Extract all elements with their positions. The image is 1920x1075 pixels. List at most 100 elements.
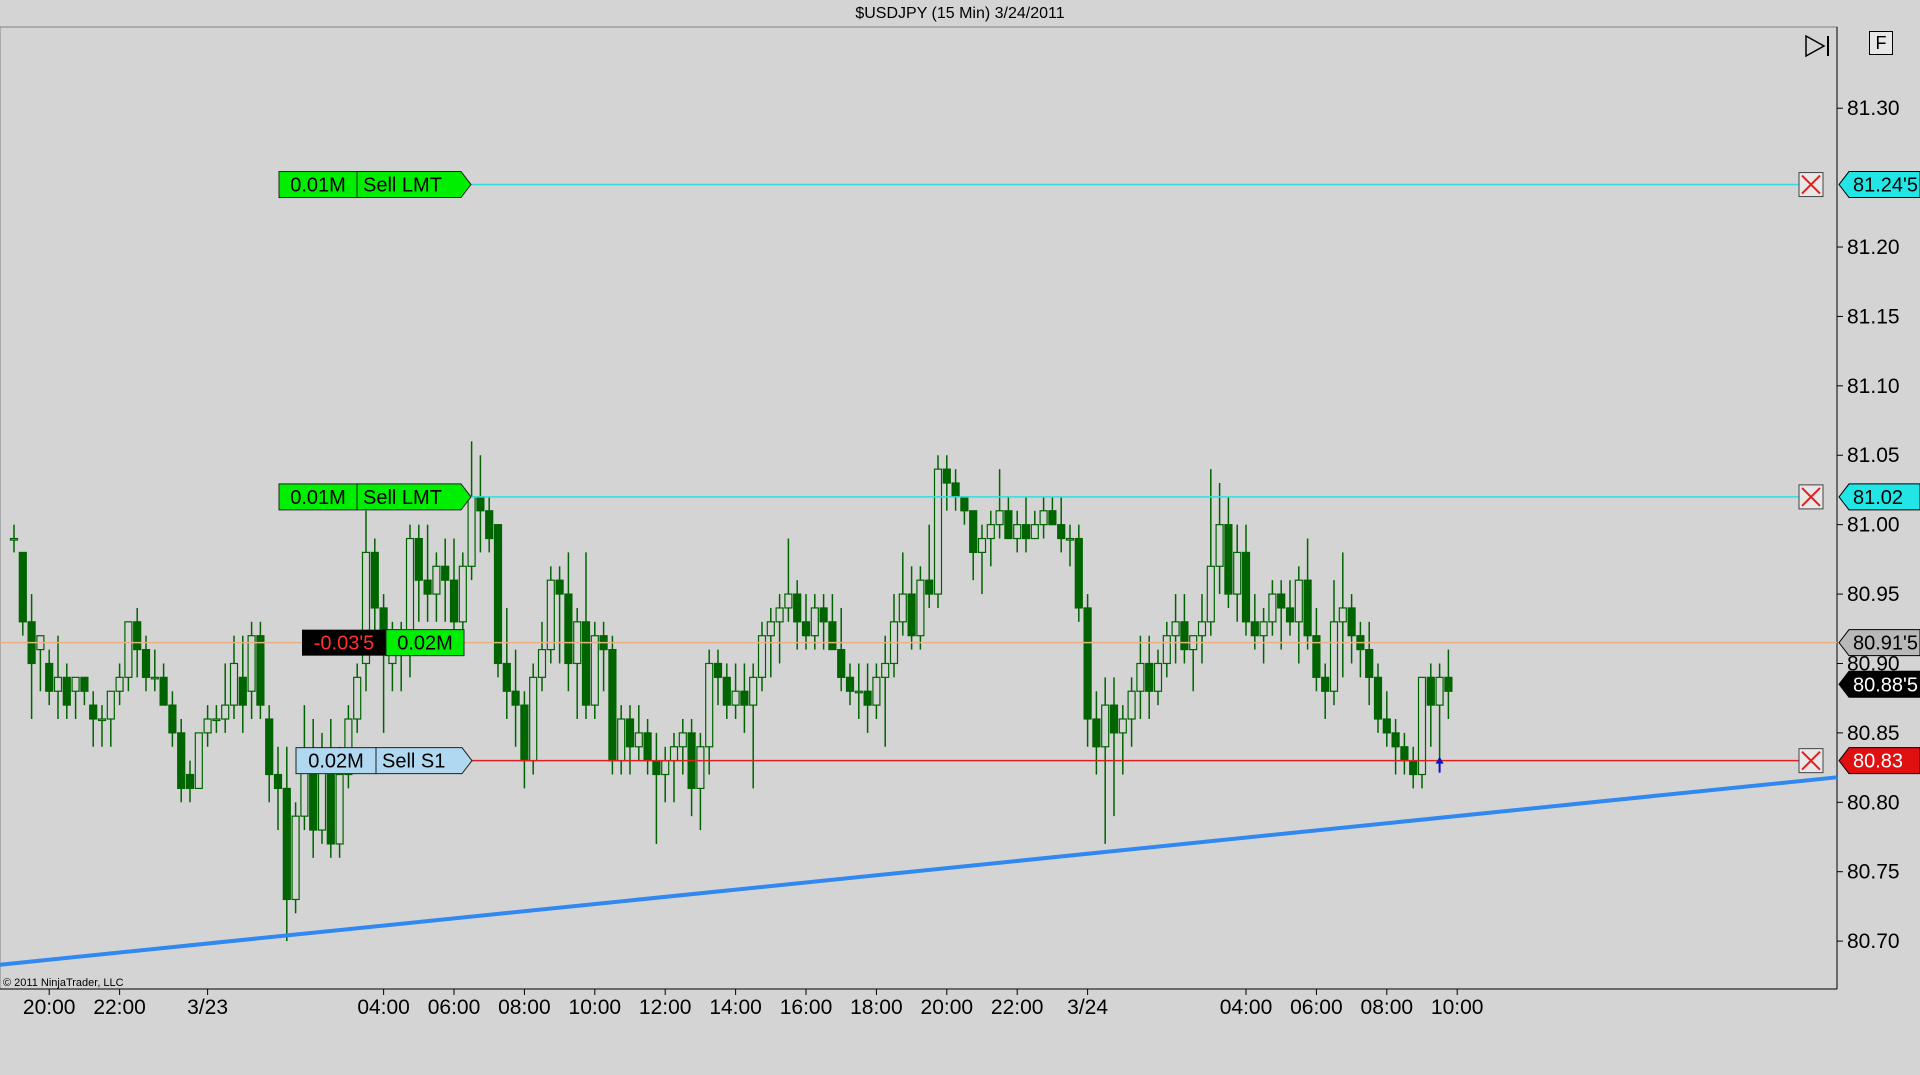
f-button[interactable]: F (1869, 31, 1893, 55)
candle-body (511, 690, 520, 706)
candle-body (414, 537, 423, 581)
candle-body (1039, 510, 1048, 526)
candle-body (1250, 621, 1259, 637)
order-price: 81.24'5 (1853, 175, 1918, 197)
candle-body (1294, 579, 1303, 623)
candle-body (115, 676, 124, 692)
y-tick-label: 81.00 (1847, 514, 1900, 537)
candle-body (881, 662, 890, 678)
candle-body (995, 510, 1004, 526)
candle-body (485, 510, 494, 540)
candle-body (1277, 593, 1286, 609)
last-price: 80.88'5 (1853, 674, 1918, 696)
candle-body (1153, 662, 1163, 692)
candle-body (1382, 718, 1391, 734)
order-tag[interactable]: 0.01M Sell LMT (278, 483, 472, 511)
order-tag[interactable]: 0.02M Sell S1 (295, 747, 473, 775)
price-axis[interactable]: 81.3081.2081.1581.1081.0581.0080.9580.90… (1837, 97, 1900, 953)
y-tick-label: 80.95 (1847, 583, 1900, 606)
candle-body (529, 676, 538, 762)
candle-body (1074, 537, 1083, 609)
position-qty: 0.02M (397, 633, 453, 655)
candle-body (828, 621, 837, 651)
candle-body (678, 732, 687, 748)
candle-body (933, 468, 943, 595)
candle-body (458, 565, 467, 623)
order-price: 81.02 (1853, 487, 1903, 509)
candle-body (643, 732, 652, 762)
candle-body (1426, 676, 1435, 706)
x-tick-label: 12:00 (639, 996, 692, 1019)
order-qty: 0.01M (290, 175, 346, 197)
order-price: 80.83 (1853, 751, 1903, 773)
candle-body (625, 718, 635, 748)
candle-body (1224, 524, 1233, 595)
candle-body (845, 676, 855, 692)
y-tick-label: 81.15 (1847, 305, 1900, 328)
x-tick-label: 22:00 (93, 996, 146, 1019)
candle-body (441, 565, 450, 581)
candle-body (713, 662, 723, 678)
candle-body (1171, 621, 1180, 637)
cancel-order-button[interactable] (1798, 484, 1824, 510)
x-tick-label: 22:00 (991, 996, 1044, 1019)
candle-body (1329, 621, 1339, 692)
x-tick-label: 08:00 (1361, 996, 1414, 1019)
candle-body (669, 746, 679, 762)
x-tick-label: 20:00 (23, 996, 76, 1019)
candle-body (335, 773, 344, 845)
order-label: Sell S1 (382, 751, 445, 773)
order-label: Sell LMT (363, 175, 442, 197)
scroll-to-end-icon (1805, 34, 1829, 58)
position-tag[interactable]: -0.03'5 0.02M (302, 629, 465, 657)
candle-body (546, 579, 555, 651)
y-tick-label: 80.80 (1847, 791, 1900, 814)
candle-body (45, 662, 54, 692)
time-axis[interactable]: 20:00 22:00 3/23 04:00 06:00 08:00 10:00 12:00 1… (23, 989, 1484, 1019)
copyright-text: © 2011 NinjaTrader, LLC (3, 977, 124, 989)
chart-canvas[interactable]: 81.3081.2081.1581.1081.0581.0080.9580.90… (0, 0, 1920, 1075)
candle-body (150, 676, 159, 680)
candle-body (1435, 676, 1444, 706)
candle-body (1338, 607, 1347, 623)
x-tick-label: 08:00 (498, 996, 551, 1019)
x-tick-label: 3/23 (187, 996, 228, 1019)
candle-body (608, 648, 617, 762)
candle-body (696, 746, 705, 790)
candle-body (986, 524, 995, 540)
candle-body (863, 690, 872, 706)
candle-body (177, 732, 186, 790)
cancel-order-button[interactable] (1798, 748, 1824, 774)
candle-body (1118, 718, 1127, 734)
plot-area[interactable] (0, 26, 1838, 990)
candle-body (80, 676, 89, 692)
candle-body (819, 607, 828, 623)
cancel-order-button[interactable] (1798, 172, 1824, 198)
candle-body (89, 704, 98, 720)
candle-body (53, 676, 63, 692)
y-tick-label: 81.20 (1847, 236, 1900, 259)
candle-body (705, 662, 714, 748)
candle-body (502, 662, 511, 692)
candle-body (766, 621, 775, 637)
candle-body (1048, 510, 1057, 526)
x-tick-label: 10:00 (569, 996, 622, 1019)
y-tick-label: 81.05 (1847, 444, 1900, 467)
candle-body (872, 676, 881, 706)
candle-body (1365, 648, 1374, 678)
candle-body (775, 607, 784, 623)
candle-body (106, 690, 115, 720)
candle-body (1347, 607, 1356, 637)
candle-body (229, 662, 239, 706)
candle-body (1233, 551, 1242, 595)
candle-body (1030, 524, 1039, 540)
order-tag[interactable]: 0.01M Sell LMT (278, 171, 472, 199)
candle-body (71, 676, 80, 692)
scroll-end-button[interactable] (1803, 33, 1833, 59)
candle-body (1013, 524, 1022, 540)
candle-body (370, 551, 379, 609)
x-tick-label: 20:00 (921, 996, 974, 1019)
candle-body (617, 718, 626, 762)
candle-body (1065, 537, 1075, 541)
candle-body (1109, 704, 1119, 734)
